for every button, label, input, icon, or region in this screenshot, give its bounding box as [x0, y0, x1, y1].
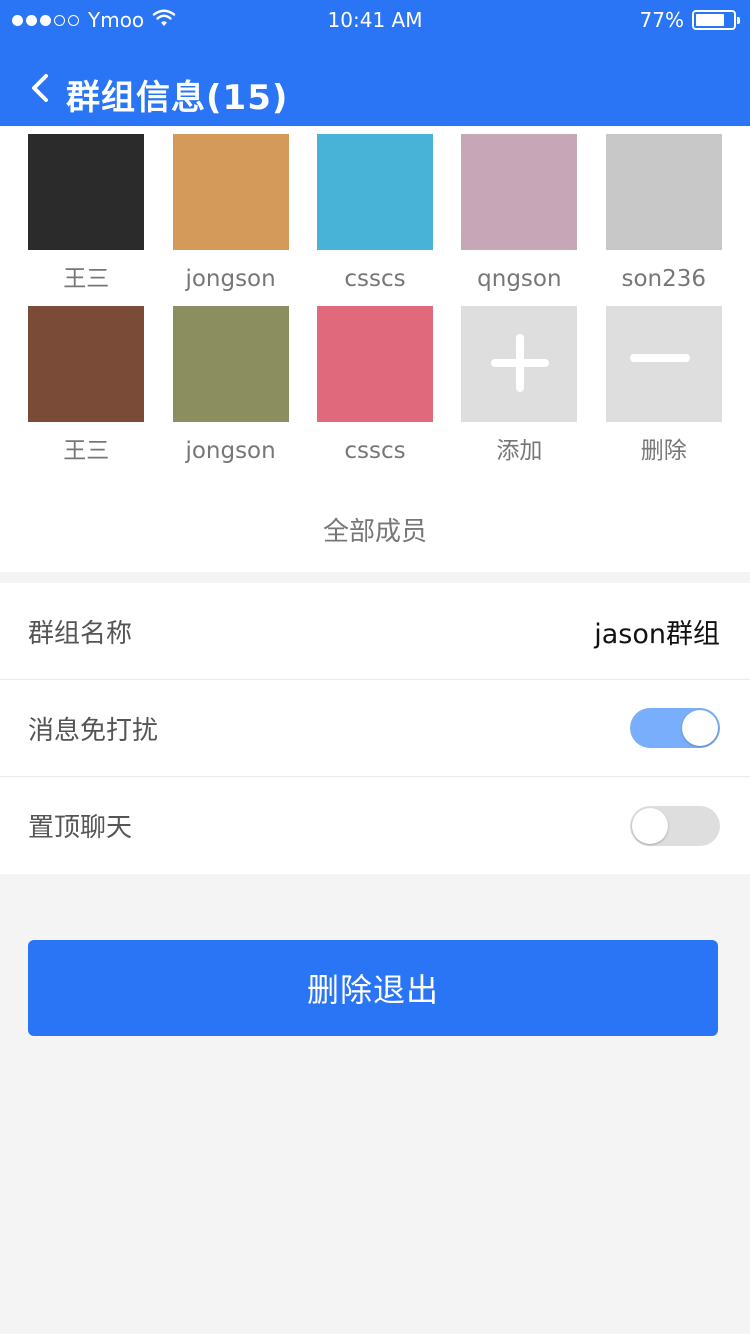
avatar[interactable] — [28, 134, 145, 250]
member-item[interactable]: 王三 — [27, 134, 145, 294]
avatar[interactable] — [172, 134, 289, 250]
member-row: 王三 jongson csscs qngson son236 — [0, 134, 750, 294]
status-bar: Ymoo 10:41 AM 77% — [0, 0, 750, 40]
member-name: csscs — [344, 266, 406, 292]
member-item[interactable]: jongson — [172, 306, 290, 466]
settings-list: 群组名称 jason群组 消息免打扰 置顶聊天 — [0, 583, 750, 874]
battery-tip — [737, 17, 740, 24]
mute-toggle[interactable] — [630, 708, 720, 748]
member-row: 王三 jongson csscs 添加 删除 — [0, 306, 750, 466]
member-name: 王三 — [63, 266, 110, 292]
pin-toggle[interactable] — [630, 805, 720, 846]
remove-member-button[interactable] — [605, 306, 722, 422]
member-grid: 王三 jongson csscs qngson son236 王三 jongso… — [0, 134, 750, 466]
avatar[interactable] — [28, 306, 145, 422]
toggle-knob — [682, 710, 718, 746]
battery-icon — [692, 10, 740, 30]
member-item[interactable]: 王三 — [27, 306, 145, 466]
member-item[interactable]: jongson — [172, 134, 290, 294]
back-button[interactable] — [28, 68, 58, 108]
member-name: son236 — [621, 266, 707, 292]
toggle-knob — [632, 807, 668, 844]
battery-percent: 77% — [639, 8, 684, 32]
battery-fill — [696, 14, 724, 26]
nav-bar: 群组信息(15) — [0, 56, 750, 126]
mute-row: 消息免打扰 — [0, 680, 750, 777]
member-item[interactable]: qngson — [460, 134, 578, 294]
member-item[interactable]: son236 — [605, 134, 723, 294]
status-time: 10:41 AM — [327, 8, 423, 32]
add-member-button[interactable] — [461, 306, 578, 422]
remove-member-item[interactable]: 删除 — [605, 306, 723, 466]
pin-label: 置顶聊天 — [28, 813, 133, 843]
battery-group: 77% — [639, 8, 740, 32]
group-name-row[interactable]: 群组名称 jason群组 — [0, 583, 750, 680]
header: Ymoo 10:41 AM 77% 群组信息(15) — [0, 0, 750, 126]
avatar[interactable] — [316, 306, 433, 422]
member-item[interactable]: csscs — [316, 134, 434, 294]
page-title: 群组信息(15) — [66, 78, 289, 118]
member-name: jongson — [185, 266, 276, 292]
delete-exit-button[interactable]: 删除退出 — [28, 940, 718, 1036]
member-name: qngson — [477, 266, 562, 292]
member-name: jongson — [185, 438, 276, 464]
group-name-value: jason群组 — [594, 618, 720, 650]
add-member-label: 添加 — [496, 438, 543, 464]
mute-label: 消息免打扰 — [28, 715, 159, 746]
member-name: 王三 — [63, 438, 110, 464]
members-panel: 王三 jongson csscs qngson son236 王三 jongso… — [0, 126, 750, 572]
plus-icon-stroke — [516, 334, 525, 392]
avatar[interactable] — [172, 306, 289, 422]
member-name: csscs — [344, 438, 406, 464]
all-members-link[interactable]: 全部成员 — [0, 511, 750, 548]
avatar[interactable] — [605, 134, 722, 250]
member-item[interactable]: csscs — [316, 306, 434, 466]
minus-icon — [629, 354, 690, 362]
group-name-label: 群组名称 — [28, 618, 133, 649]
avatar[interactable] — [461, 134, 578, 250]
add-member-item[interactable]: 添加 — [460, 306, 578, 466]
pin-row: 置顶聊天 — [0, 777, 750, 874]
remove-member-label: 删除 — [640, 438, 687, 464]
avatar[interactable] — [316, 134, 433, 250]
chevron-left-icon — [32, 74, 48, 102]
